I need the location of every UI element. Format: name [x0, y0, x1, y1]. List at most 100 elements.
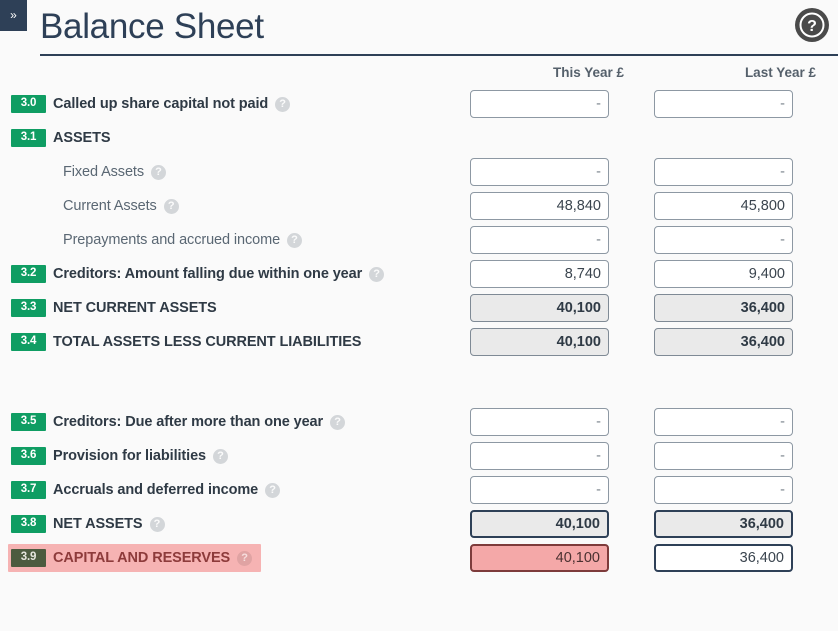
cell-label-fixed-assets: Fixed Assets? [0, 155, 470, 189]
row-label-3-0-called-up-share-capital-not-paid: Called up share capital not paid [53, 96, 269, 112]
help-circle-svg: ? [795, 8, 829, 42]
cell-label-prepayments-and-accrued-income: Prepayments and accrued income? [0, 223, 470, 257]
label-group-3-8-net-assets: 3.8 NET ASSETS? [8, 510, 470, 538]
input-this-year-3-0-called-up-share-capital-not-paid[interactable] [470, 90, 609, 118]
table-row: Current Assets? [0, 189, 838, 223]
table-row: 3.1 ASSETS [0, 121, 838, 155]
row-code-badge-3-4: 3.4 [11, 333, 46, 351]
input-this-year-3-5-creditors-due-after-more-than-one-year[interactable] [470, 408, 609, 436]
cell-last-year-3-2-creditors-amount-falling-due-within-one-year [654, 257, 838, 291]
row-code-badge-3-0: 3.0 [11, 95, 46, 113]
table-row: Fixed Assets? [0, 155, 838, 189]
section-spacer [0, 359, 838, 405]
cell-last-year-3-0-called-up-share-capital-not-paid [654, 87, 838, 121]
cell-last-year-3-4-total-assets-less-current-liabilities [654, 325, 838, 359]
table-row: 3.3 NET CURRENT ASSETS [0, 291, 838, 325]
page-title: Balance Sheet [40, 7, 264, 46]
help-icon-3-2-creditors-amount-falling-due-within-one-year[interactable]: ? [369, 266, 385, 282]
cell-label-3-9-capital-and-reserves: 3.9 CAPITAL AND RESERVES? [0, 541, 470, 575]
sidebar-collapse-button[interactable]: » [0, 0, 27, 31]
cell-label-3-0-called-up-share-capital-not-paid: 3.0 Called up share capital not paid? [0, 87, 470, 121]
table-row: 3.2 Creditors: Amount falling due within … [0, 257, 838, 291]
cell-label-3-7-accruals-and-deferred-income: 3.7 Accruals and deferred income? [0, 473, 470, 507]
column-header-this-year: This Year £ [552, 65, 624, 80]
cell-label-3-4-total-assets-less-current-liabilities: 3.4 TOTAL ASSETS LESS CURRENT LIABILITIES [0, 325, 470, 359]
input-last-year-current-assets[interactable] [654, 192, 793, 220]
row-label-fixed-assets: Fixed Assets [63, 164, 144, 180]
cell-this-year-3-6-provision-for-liabilities [470, 439, 654, 473]
input-last-year-3-9-capital-and-reserves[interactable] [654, 544, 793, 572]
input-this-year-fixed-assets[interactable] [470, 158, 609, 186]
input-this-year-3-9-capital-and-reserves[interactable] [470, 544, 609, 572]
input-this-year-prepayments-and-accrued-income[interactable] [470, 226, 609, 254]
cell-label-3-3-net-current-assets: 3.3 NET CURRENT ASSETS [0, 291, 470, 325]
input-this-year-current-assets[interactable] [470, 192, 609, 220]
input-last-year-3-8-net-assets[interactable] [654, 510, 793, 538]
table-row: 3.8 NET ASSETS? [0, 507, 838, 541]
help-icon-3-6-provision-for-liabilities[interactable]: ? [213, 448, 229, 464]
column-header-label [0, 56, 470, 87]
input-last-year-3-3-net-current-assets[interactable] [654, 294, 793, 322]
input-last-year-3-0-called-up-share-capital-not-paid[interactable] [654, 90, 793, 118]
row-label-3-8-net-assets: NET ASSETS [53, 516, 143, 532]
page-header: Balance Sheet ? [40, 0, 838, 56]
label-group-3-9-capital-and-reserves: 3.9 CAPITAL AND RESERVES? [8, 544, 262, 572]
label-group-fixed-assets: Fixed Assets? [8, 158, 470, 186]
cell-last-year-fixed-assets [654, 155, 838, 189]
row-label-3-6-provision-for-liabilities: Provision for liabilities [53, 448, 207, 464]
cell-this-year-prepayments-and-accrued-income [470, 223, 654, 257]
balance-sheet-table: This Year £ Last Year £ 3.0 Called up sha… [0, 56, 838, 575]
input-this-year-3-8-net-assets[interactable] [470, 510, 609, 538]
help-icon-3-9-capital-and-reserves[interactable]: ? [237, 550, 253, 566]
cell-label-3-1-assets: 3.1 ASSETS [0, 121, 470, 155]
help-icon-current-assets[interactable]: ? [163, 198, 179, 214]
help-circle-icon[interactable]: ? [794, 7, 830, 43]
help-icon-3-8-net-assets[interactable]: ? [149, 516, 165, 532]
input-last-year-prepayments-and-accrued-income[interactable] [654, 226, 793, 254]
cell-this-year-3-5-creditors-due-after-more-than-one-year [470, 405, 654, 439]
table-row: 3.9 CAPITAL AND RESERVES? [0, 541, 838, 575]
cell-last-year-3-6-provision-for-liabilities [654, 439, 838, 473]
cell-this-year-3-7-accruals-and-deferred-income [470, 473, 654, 507]
input-last-year-3-4-total-assets-less-current-liabilities[interactable] [654, 328, 793, 356]
table-row: 3.6 Provision for liabilities? [0, 439, 838, 473]
table-row: 3.4 TOTAL ASSETS LESS CURRENT LIABILITIES [0, 325, 838, 359]
help-icon-3-0-called-up-share-capital-not-paid[interactable]: ? [275, 96, 291, 112]
label-group-3-6-provision-for-liabilities: 3.6 Provision for liabilities? [8, 442, 470, 470]
cell-label-3-8-net-assets: 3.8 NET ASSETS? [0, 507, 470, 541]
table-head: This Year £ Last Year £ [0, 56, 838, 87]
input-this-year-3-2-creditors-amount-falling-due-within-one-year[interactable] [470, 260, 609, 288]
input-last-year-3-2-creditors-amount-falling-due-within-one-year[interactable] [654, 260, 793, 288]
cell-this-year-fixed-assets [470, 155, 654, 189]
input-last-year-3-6-provision-for-liabilities[interactable] [654, 442, 793, 470]
cell-last-year-current-assets [654, 189, 838, 223]
help-icon-3-5-creditors-due-after-more-than-one-year[interactable]: ? [330, 414, 346, 430]
input-this-year-3-7-accruals-and-deferred-income[interactable] [470, 476, 609, 504]
column-header-last-year: Last Year £ [744, 65, 816, 80]
row-code-badge-3-9: 3.9 [11, 549, 46, 567]
row-code-badge-3-2: 3.2 [11, 265, 46, 283]
table-body: 3.0 Called up share capital not paid? 3.1 A… [0, 87, 838, 575]
input-last-year-3-7-accruals-and-deferred-income[interactable] [654, 476, 793, 504]
input-this-year-3-6-provision-for-liabilities[interactable] [470, 442, 609, 470]
cell-this-year-3-2-creditors-amount-falling-due-within-one-year [470, 257, 654, 291]
cell-label-3-2-creditors-amount-falling-due-within-one-year: 3.2 Creditors: Amount falling due within … [0, 257, 470, 291]
help-icon-prepayments-and-accrued-income[interactable]: ? [287, 232, 303, 248]
row-label-3-5-creditors-due-after-more-than-one-year: Creditors: Due after more than one year [53, 414, 324, 430]
row-code-badge-3-1: 3.1 [11, 129, 46, 147]
row-label-3-3-net-current-assets: NET CURRENT ASSETS [53, 300, 217, 316]
label-group-3-5-creditors-due-after-more-than-one-year: 3.5 Creditors: Due after more than one ye… [8, 408, 470, 436]
svg-text:?: ? [807, 18, 817, 35]
cell-last-year-3-5-creditors-due-after-more-than-one-year [654, 405, 838, 439]
input-this-year-3-3-net-current-assets[interactable] [470, 294, 609, 322]
cell-last-year-prepayments-and-accrued-income [654, 223, 838, 257]
input-last-year-3-5-creditors-due-after-more-than-one-year[interactable] [654, 408, 793, 436]
help-icon-3-7-accruals-and-deferred-income[interactable]: ? [265, 482, 281, 498]
cell-label-3-5-creditors-due-after-more-than-one-year: 3.5 Creditors: Due after more than one ye… [0, 405, 470, 439]
input-last-year-fixed-assets[interactable] [654, 158, 793, 186]
help-icon-fixed-assets[interactable]: ? [151, 164, 166, 180]
column-header-row: This Year £ Last Year £ [0, 56, 838, 87]
input-this-year-3-4-total-assets-less-current-liabilities[interactable] [470, 328, 609, 356]
cell-this-year-3-9-capital-and-reserves [470, 541, 654, 575]
cell-this-year-3-0-called-up-share-capital-not-paid [470, 87, 654, 121]
